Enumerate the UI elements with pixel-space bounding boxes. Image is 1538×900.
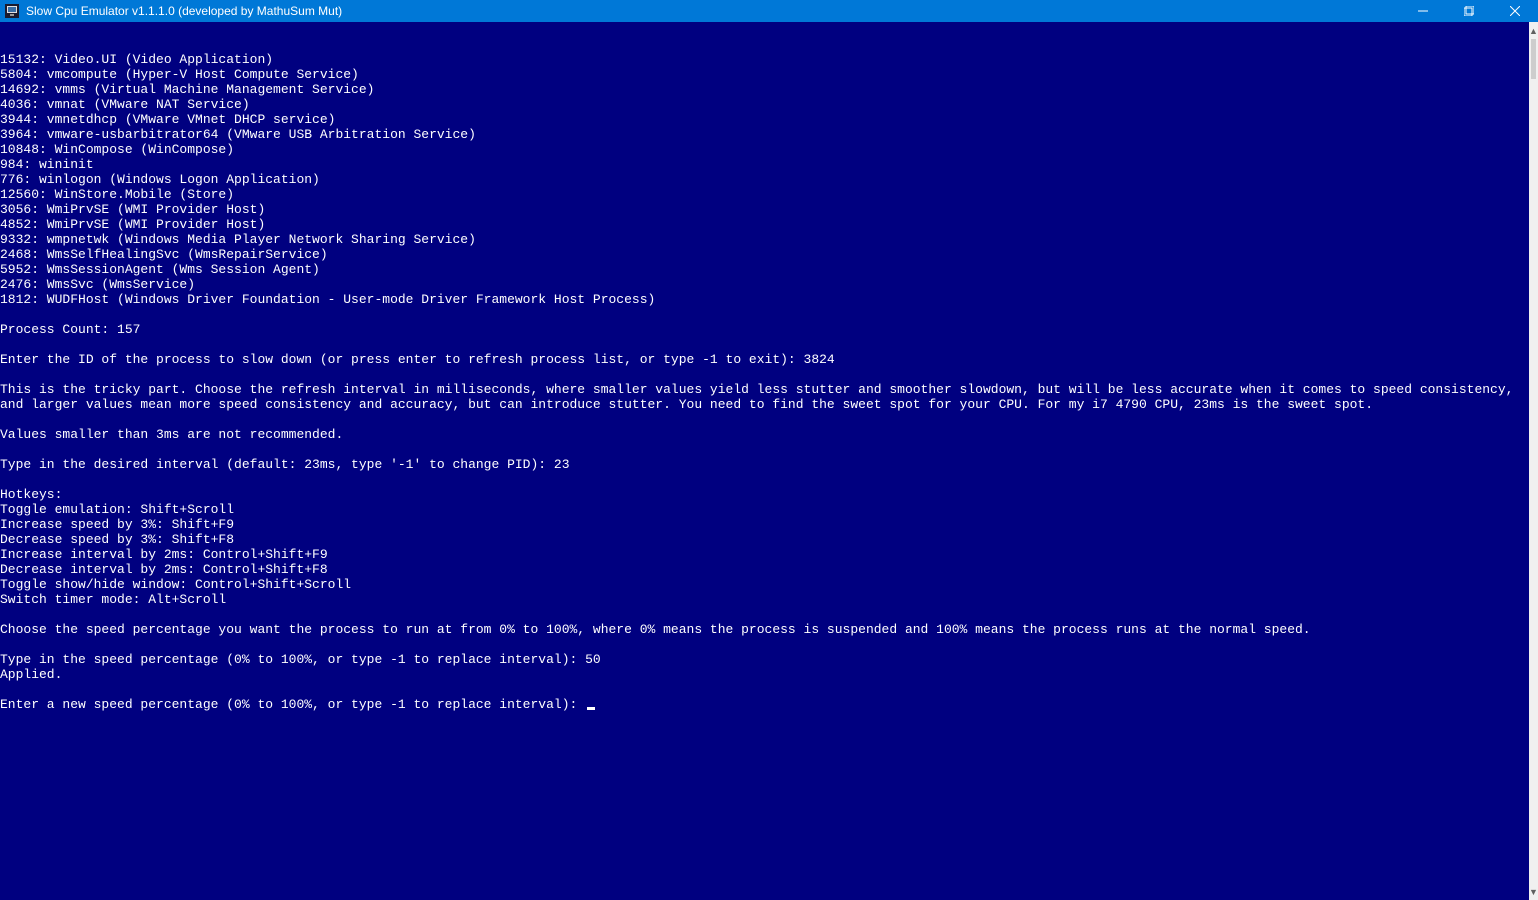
title-bar[interactable]: Slow Cpu Emulator v1.1.1.0 (developed by…	[0, 0, 1538, 22]
close-button[interactable]	[1492, 0, 1538, 22]
maximize-button[interactable]	[1446, 0, 1492, 22]
scroll-up-arrow-icon[interactable]: ▲	[1529, 22, 1538, 39]
scroll-track[interactable]	[1529, 39, 1538, 883]
minimize-button[interactable]	[1400, 0, 1446, 22]
client-area: 15132: Video.UI (Video Application) 5804…	[0, 22, 1538, 900]
console-output[interactable]: 15132: Video.UI (Video Application) 5804…	[0, 22, 1529, 900]
window-title: Slow Cpu Emulator v1.1.1.0 (developed by…	[26, 4, 342, 18]
vertical-scrollbar[interactable]: ▲ ▼	[1529, 22, 1538, 900]
text-cursor	[587, 707, 595, 710]
app-window: Slow Cpu Emulator v1.1.1.0 (developed by…	[0, 0, 1538, 900]
app-icon	[4, 3, 20, 19]
scroll-thumb[interactable]	[1531, 39, 1536, 79]
scroll-down-arrow-icon[interactable]: ▼	[1529, 883, 1538, 900]
